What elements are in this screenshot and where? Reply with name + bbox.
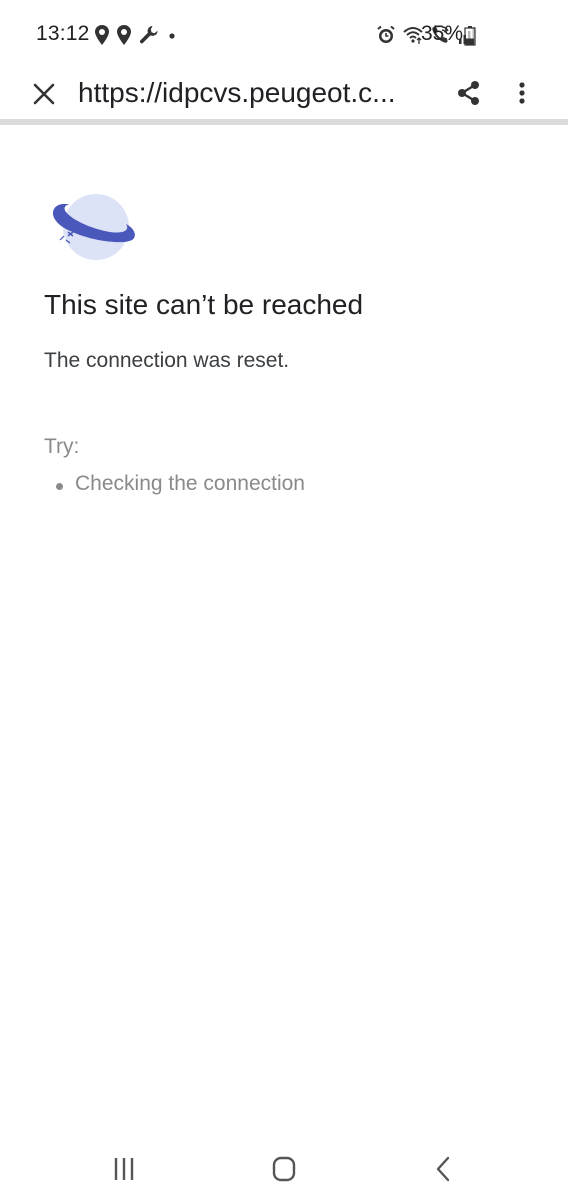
suggestion-list: Checking the connection: [56, 472, 305, 496]
error-title: This site can’t be reached: [44, 289, 364, 320]
error-message: The connection was reset.: [44, 349, 290, 372]
wrench-icon: [138, 24, 160, 46]
close-button[interactable]: [28, 78, 60, 110]
dot-icon: [166, 24, 178, 46]
more-vert-icon: [519, 82, 525, 104]
suggestion-item: Checking the connection: [56, 472, 305, 496]
battery-icon: [464, 26, 476, 51]
home-icon: [272, 1156, 296, 1182]
location-icon: [116, 24, 132, 46]
recents-button[interactable]: [104, 1154, 144, 1184]
home-button[interactable]: [264, 1154, 304, 1184]
try-label: Try:: [44, 435, 80, 458]
navigation-bar: [0, 1136, 568, 1200]
url-display[interactable]: https://idpcvs.peugeot.c...: [78, 77, 438, 109]
back-icon: [436, 1156, 450, 1182]
status-left-icons: [94, 24, 178, 46]
back-button[interactable]: [424, 1154, 464, 1184]
share-icon: [458, 81, 479, 105]
browser-toolbar: https://idpcvs.peugeot.c...: [0, 70, 568, 118]
toolbar-divider: [0, 119, 568, 125]
location-icon: [94, 24, 110, 46]
recents-icon: [114, 1158, 134, 1180]
planet-icon: [46, 190, 138, 264]
alarm-icon: [376, 24, 396, 46]
status-bar: 13:12 35%: [0, 0, 568, 70]
battery-percent: 35%: [421, 22, 464, 45]
status-time: 13:12: [36, 22, 90, 45]
share-button[interactable]: [455, 78, 483, 110]
more-menu-button[interactable]: [510, 78, 534, 110]
close-icon: [33, 83, 55, 105]
